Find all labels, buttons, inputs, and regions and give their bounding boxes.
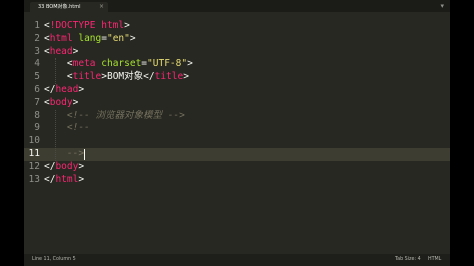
indent-guide (55, 58, 57, 84)
code-token: html (101, 20, 125, 31)
syntax-selector[interactable]: HTML (428, 254, 441, 266)
code-token: > (183, 71, 189, 83)
code-line: </html> (44, 174, 84, 187)
line-number: 8 (34, 109, 40, 121)
code-token: > (78, 173, 85, 185)
line-number: 5 (34, 71, 40, 83)
code-token: html (55, 173, 79, 185)
code-line: <html lang="en"> (44, 33, 136, 46)
line-number: 3 (34, 45, 40, 57)
code-line: --> (44, 148, 84, 161)
code-token: </ (143, 71, 155, 83)
tab-title: 33 BOM对象.html (38, 4, 81, 10)
cursor-position: Line 11, Column 5 (32, 257, 76, 262)
tab-size-selector[interactable]: Tab Size: 4 (395, 254, 421, 266)
code-token: > (124, 20, 130, 31)
code-token: > (129, 32, 136, 44)
code-token: meta (72, 58, 96, 70)
code-token: "en" (106, 32, 130, 44)
code-token: > (187, 58, 193, 70)
indent-guide (55, 109, 57, 161)
code-line: <head> (44, 46, 78, 59)
tab-bar: 33 BOM对象.html × ▾ (24, 0, 450, 12)
code-line: <title>BOM对象</title> (44, 71, 189, 84)
tab-overflow-icon[interactable]: ▾ (440, 1, 444, 11)
code-token: "UTF-8" (147, 58, 188, 70)
code-token: !DOCTYPE (49, 20, 96, 31)
line-number: 1 (34, 20, 40, 31)
line-number: 4 (34, 58, 40, 70)
code-token: body (55, 160, 79, 172)
code-token: html (49, 32, 73, 44)
editor-window: 33 BOM对象.html × ▾ 1 2 3 4 5 6 7 8 9 10 11 12 13 <!DO… (24, 0, 450, 266)
code-token: title (154, 71, 184, 83)
line-number: 9 (34, 122, 40, 134)
line-number: 2 (34, 32, 40, 44)
code-token: BOM对象 (106, 71, 144, 83)
code-token: > (78, 160, 85, 172)
line-number: 13 (28, 173, 40, 185)
code-token: </ (44, 84, 56, 95)
line-number: 11 (28, 148, 40, 159)
code-token: lang (78, 32, 102, 44)
tab-active-file[interactable]: 33 BOM对象.html × (30, 2, 108, 12)
code-token: </ (44, 160, 56, 172)
code-token: title (72, 71, 102, 83)
line-number: 6 (34, 84, 40, 95)
code-line: <!-- 浏览器对象模型 --> (44, 110, 185, 123)
code-line: <!-- (44, 122, 90, 135)
code-line: </head> (44, 84, 84, 97)
code-token: --> (66, 148, 85, 159)
code-line: </body> (44, 161, 84, 174)
code-token: charset (101, 58, 142, 70)
line-number: 12 (28, 160, 40, 172)
close-icon[interactable]: × (99, 2, 104, 12)
text-caret (83, 149, 85, 160)
code-token: </ (44, 173, 56, 185)
code-area[interactable]: <!DOCTYPE html> <html lang="en"> <head> <m… (44, 12, 444, 254)
code-line: <!DOCTYPE html> (44, 20, 130, 33)
code-line: <meta charset="UTF-8"> (44, 58, 193, 71)
code-token: <!-- 浏览器对象模型 --> (66, 109, 185, 121)
code-token: > (72, 96, 79, 108)
code-token: head (49, 45, 73, 57)
code-token: > (72, 45, 79, 57)
line-number: 10 (28, 135, 40, 147)
line-number: 7 (34, 96, 40, 108)
code-token: head (55, 84, 79, 95)
code-token: > (78, 84, 85, 95)
code-token: body (49, 96, 73, 108)
code-line: <body> (44, 97, 78, 110)
code-token: <!-- (66, 122, 90, 134)
status-bar: Line 11, Column 5 Tab Size: 4 HTML (24, 254, 450, 266)
